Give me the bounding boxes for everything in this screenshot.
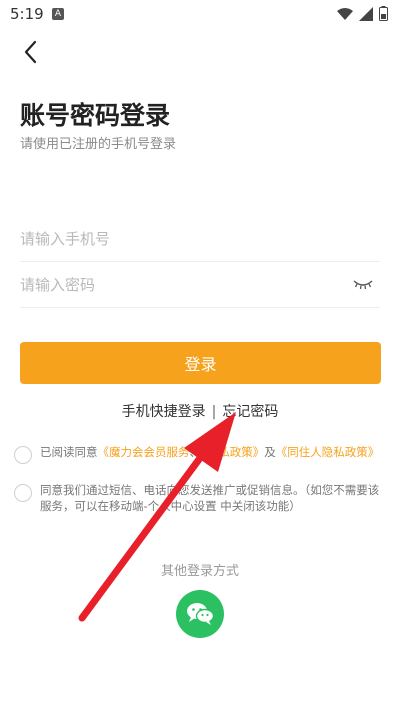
wifi-icon [337, 7, 353, 20]
status-bar: 5:19 A [0, 0, 400, 30]
status-icons [337, 6, 388, 21]
a-notification-icon: A [52, 8, 64, 20]
quick-login-link[interactable]: 手机快捷登录 [122, 404, 206, 420]
agreement-hidden-text: 、 [189, 445, 202, 459]
signal-icon [359, 6, 373, 21]
login-button[interactable]: 登录 [20, 342, 381, 384]
agreement-prefix: 已阅读同意 [40, 445, 98, 459]
privacy-policy-link[interactable]: 《隐私政策》 [201, 445, 264, 459]
battery-icon [379, 6, 388, 21]
password-field-container [20, 264, 380, 308]
phone-field-container [20, 218, 380, 262]
page-title: 账号密码登录 [20, 101, 171, 130]
wechat-icon [187, 603, 215, 625]
password-input[interactable] [20, 264, 340, 306]
link-separator: | [211, 404, 217, 420]
agreement-and: 及 [264, 445, 276, 459]
forgot-password-link[interactable]: 忘记密码 [222, 404, 278, 420]
page-subtitle: 请使用已注册的手机号登录 [20, 137, 177, 152]
status-time: 5:19 [10, 5, 44, 23]
back-button[interactable] [18, 38, 46, 66]
agreement-marketing-text: 同意我们通过短信、电话向您发送推广或促销信息。（如您不需要该服务，可以在移动端-… [40, 483, 380, 513]
agreement-terms-checkbox[interactable] [14, 446, 32, 464]
other-login-label: 其他登录方式 [160, 564, 239, 579]
agreement-terms-text: 已阅读同意《魔力会会员服务、《隐私政策》及《同住人隐私政策》 [40, 444, 388, 460]
guest-privacy-policy-link[interactable]: 《同住人隐私政策》 [276, 445, 380, 459]
chevron-left-icon [24, 40, 37, 64]
phone-input[interactable] [20, 218, 340, 260]
member-service-link[interactable]: 《魔力会会员服务 [98, 445, 190, 459]
wechat-login-button[interactable] [176, 590, 224, 638]
agreement-marketing-checkbox[interactable] [14, 484, 32, 502]
login-links: 手机快捷登录 | 忘记密码 [0, 401, 400, 421]
eye-closed-icon[interactable] [352, 276, 374, 292]
